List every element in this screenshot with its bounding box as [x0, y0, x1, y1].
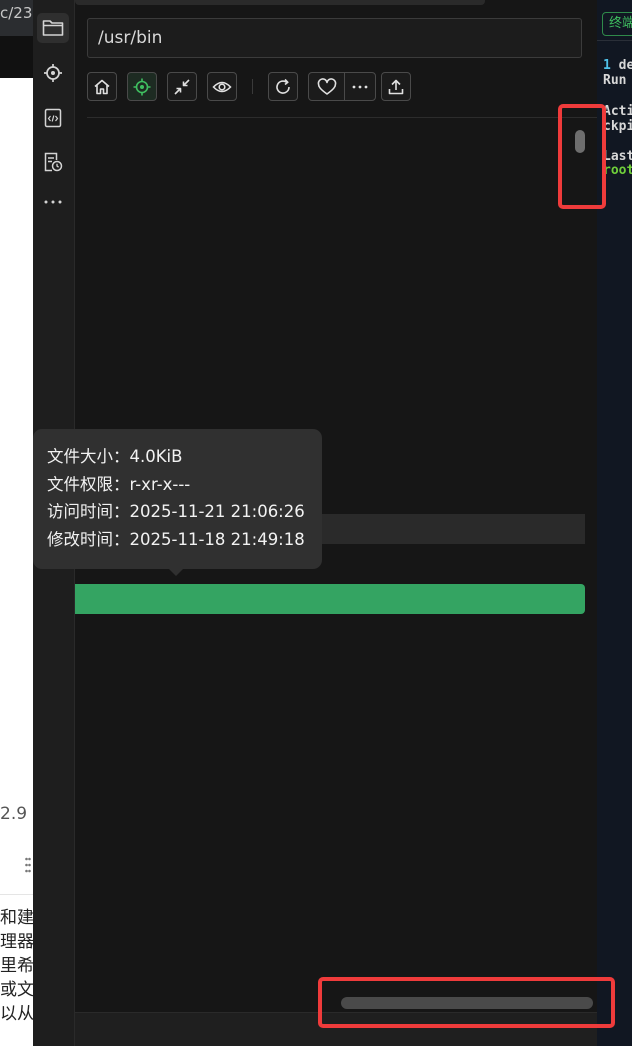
browser-address-bar: c/23 — [0, 0, 33, 36]
annotation-box-horizontal-scrollbar — [318, 977, 615, 1028]
tooltip-row-access-time: 访问时间：2025-11-21 21:06:26 — [47, 498, 322, 526]
panel-top-edge — [75, 0, 485, 5]
file-info-tooltip: 文件大小：4.0KiB 文件权限：r-xr-x--- 访问时间：2025-11-… — [33, 429, 322, 569]
terminal-tab[interactable]: 终端 — [602, 12, 632, 36]
number-fragment: 2.9 — [0, 804, 28, 824]
tooltip-row-modify-time: 修改时间：2025-11-18 21:49:18 — [47, 526, 322, 554]
article-text: 和建 理器的 里希望 或文件 以从统 — [0, 906, 33, 1026]
toolbar-separator — [252, 79, 253, 94]
article-line: 里希望 — [0, 956, 33, 976]
history-button[interactable] — [37, 147, 69, 177]
heart-icon — [317, 77, 336, 95]
refresh-icon — [276, 78, 290, 94]
annotation-box-scrollbar — [558, 104, 606, 209]
ellipsis-icon — [352, 85, 368, 88]
more-icon — [44, 200, 62, 204]
collapse-arrows-icon — [174, 78, 190, 95]
folder-icon — [2, 84, 18, 96]
upload-button[interactable] — [381, 72, 411, 101]
code-button[interactable] — [37, 103, 69, 133]
article-line: 理器的 — [0, 932, 33, 952]
locate-current-button[interactable] — [127, 72, 157, 101]
terminal-line: ckpi — [603, 119, 632, 134]
terminal-line: Acti — [603, 104, 632, 119]
tooltip-value: 4.0KiB — [129, 447, 183, 466]
show-hidden-button[interactable] — [207, 72, 237, 101]
background-webpage: c/23 文 2.9 和建 理器的 里希望 或文件 以从统 — [0, 0, 33, 1046]
tooltip-label: 访问时间： — [47, 502, 130, 521]
favorite-more-button[interactable] — [344, 72, 376, 101]
toolbar-divider — [87, 117, 597, 118]
crosshair-icon — [44, 64, 62, 82]
locate-button[interactable] — [37, 58, 69, 88]
article-line: 以从统 — [0, 1004, 33, 1024]
refresh-button[interactable] — [268, 72, 298, 101]
header-text-fragment: 文 — [22, 85, 33, 101]
tooltip-value: 2025-11-18 21:49:18 — [129, 529, 305, 549]
line-number: 1 — [603, 58, 611, 73]
favorite-button[interactable] — [308, 72, 345, 101]
tooltip-row-permission: 文件权限：r-xr-x--- — [47, 471, 322, 499]
folder-icon — [42, 20, 64, 36]
file-row-selected[interactable] — [75, 584, 585, 614]
collapse-button[interactable] — [167, 72, 197, 101]
file-clock-icon — [44, 152, 63, 172]
url-fragment: c/23 — [0, 4, 33, 22]
home-button[interactable] — [87, 72, 117, 101]
target-icon — [133, 78, 151, 95]
file-manager-button[interactable] — [37, 13, 69, 43]
tooltip-arrow — [168, 568, 184, 576]
webpage-header: 文 — [0, 36, 33, 101]
tooltip-row-size: 文件大小：4.0KiB — [47, 443, 322, 471]
tooltip-value: r-xr-x--- — [129, 474, 191, 494]
terminal-prompt: root — [603, 163, 632, 178]
tooltip-label: 文件权限： — [47, 474, 130, 494]
tooltip-value: 2025-11-21 21:06:26 — [129, 502, 305, 521]
home-icon — [94, 79, 110, 94]
tooltip-label: 文件大小： — [47, 447, 130, 466]
path-input[interactable] — [87, 18, 582, 58]
terminal-line: Last — [603, 149, 632, 164]
article-line: 或文件 — [0, 980, 33, 1000]
more-button[interactable] — [37, 187, 69, 217]
article-line: 和建 — [0, 908, 33, 928]
eye-icon — [212, 81, 232, 92]
drag-handle-icon — [25, 857, 31, 873]
terminal-line: 1 de — [603, 58, 632, 73]
terminal-line: Run — [603, 73, 627, 88]
terminal-tab-divider — [597, 40, 632, 41]
tooltip-label: 修改时间： — [47, 529, 130, 549]
terminal-text: de — [618, 58, 632, 73]
upload-icon — [388, 79, 404, 94]
code-file-icon — [44, 108, 62, 128]
divider — [0, 894, 33, 895]
